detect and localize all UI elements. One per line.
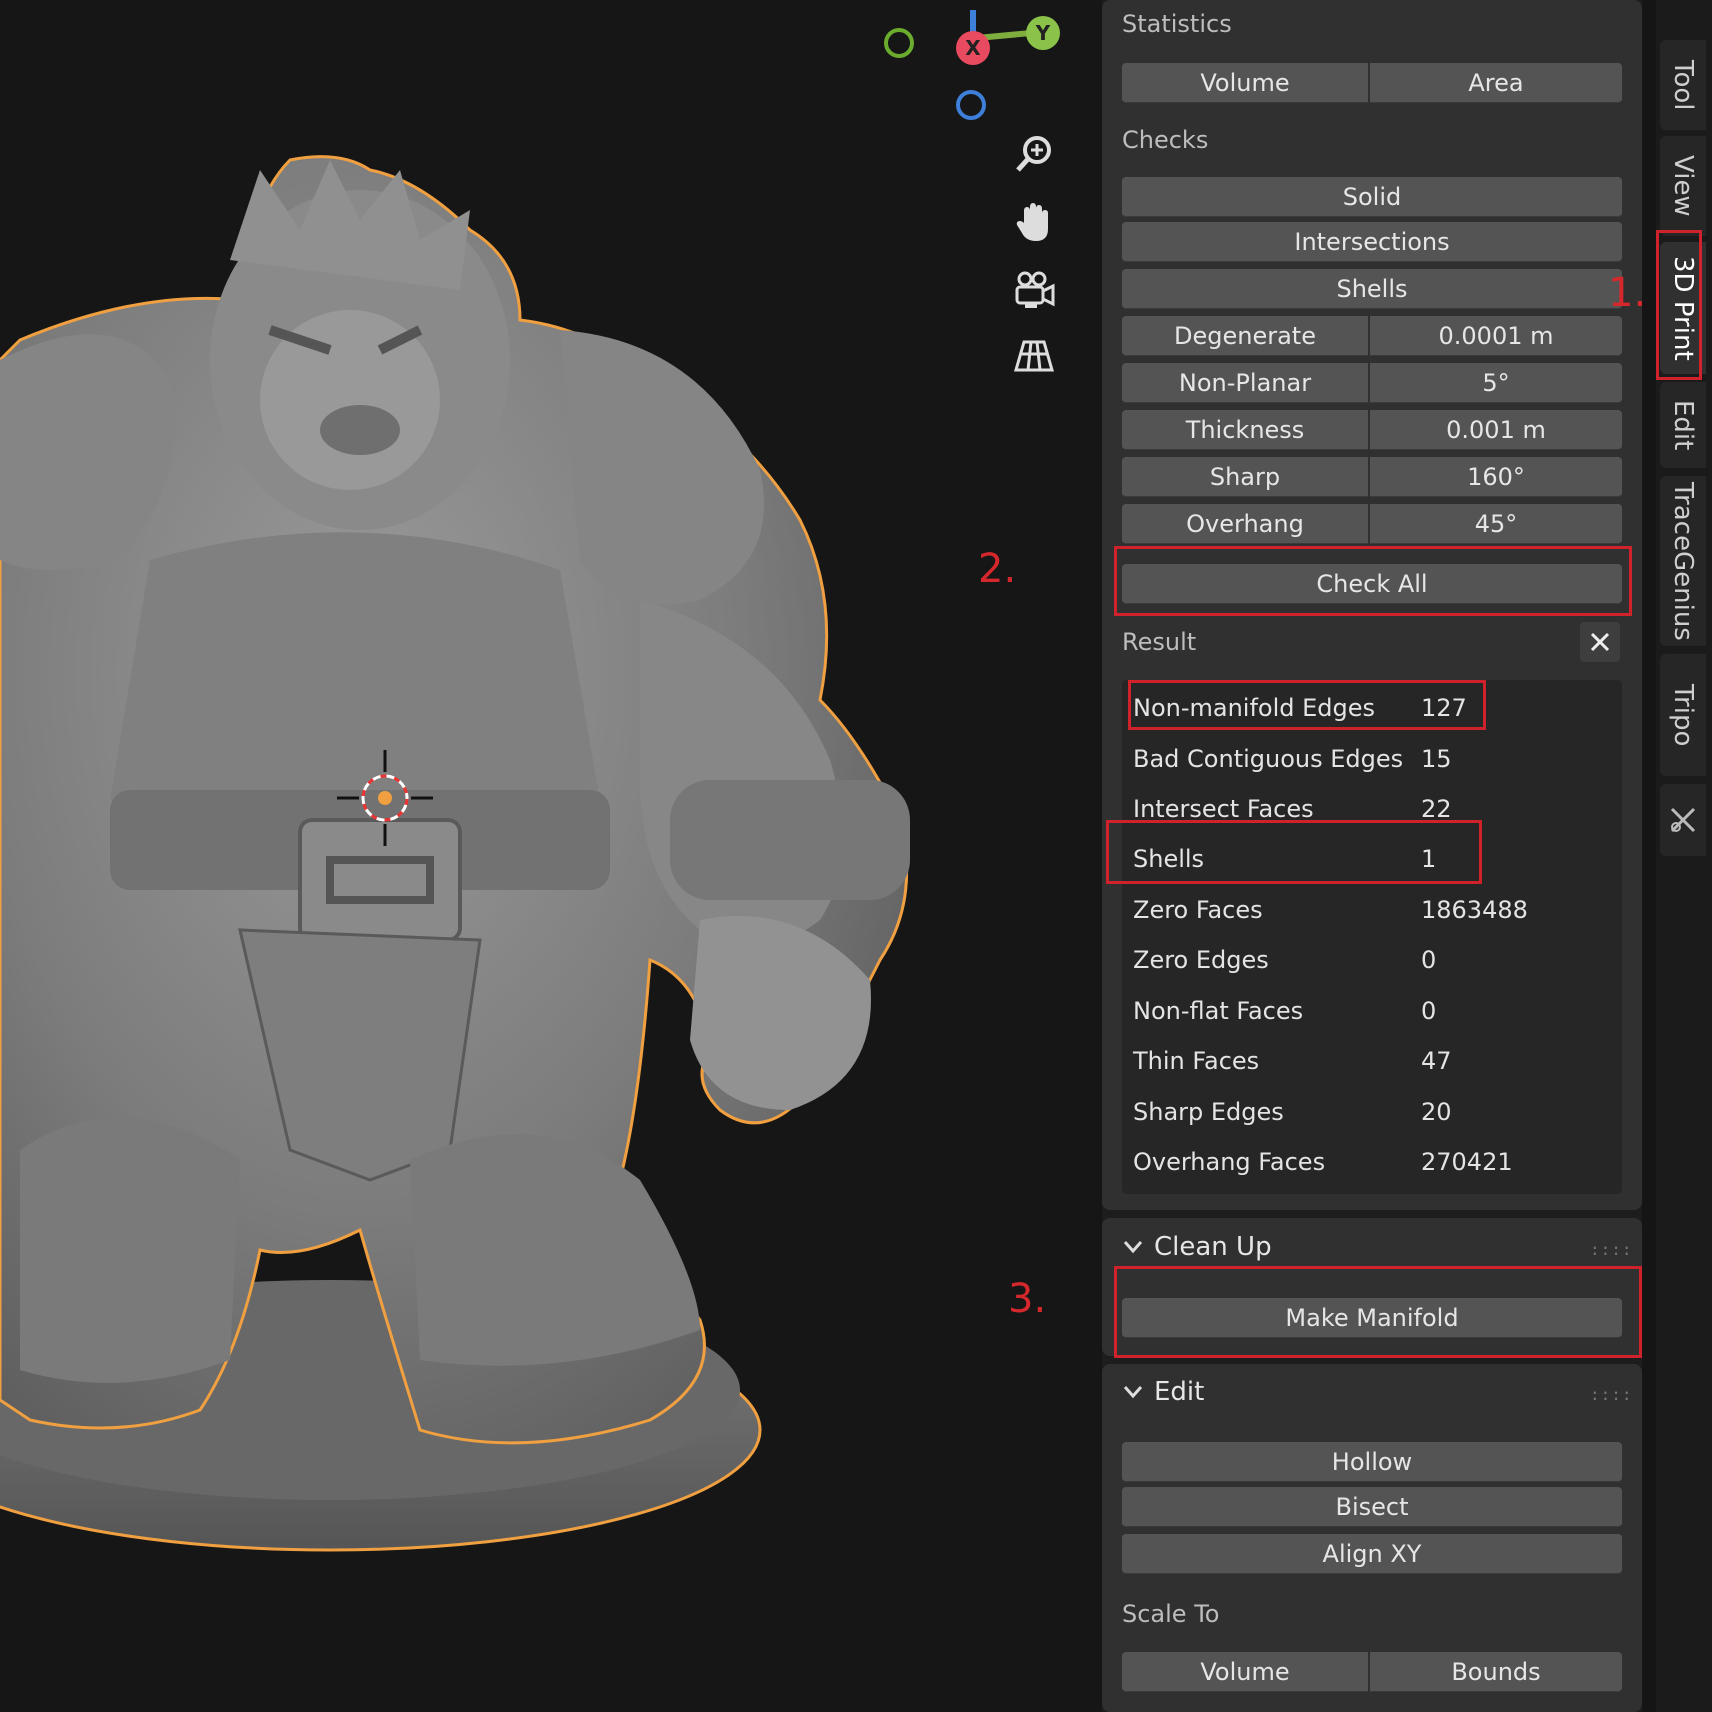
result-value: 1863488 <box>1421 896 1528 924</box>
non-planar-angle-field[interactable]: 5° <box>1370 363 1622 403</box>
solid-check-button[interactable]: Solid <box>1122 177 1622 217</box>
chevron-down-icon <box>1123 1241 1143 1254</box>
result-label[interactable]: Bad Contiguous Edges <box>1133 745 1403 773</box>
highlight-non-manifold-edges <box>1128 680 1486 730</box>
close-icon <box>1590 632 1610 652</box>
x-axis-ball[interactable]: X <box>956 31 990 65</box>
scale-to-title: Scale To <box>1122 1600 1220 1628</box>
result-label[interactable]: Sharp Edges <box>1133 1098 1284 1126</box>
wrench-icon <box>1670 807 1696 833</box>
result-value: 20 <box>1421 1098 1452 1126</box>
thickness-value-field[interactable]: 0.001 m <box>1370 410 1622 450</box>
annotation-step-2: 2. <box>978 546 1017 592</box>
lion-warrior-model[interactable] <box>0 0 1100 1712</box>
cleanup-title: Clean Up <box>1154 1232 1272 1262</box>
sharp-check-button[interactable]: Sharp <box>1122 457 1368 497</box>
align-xy-button[interactable]: Align XY <box>1122 1534 1622 1574</box>
tab-view[interactable]: View <box>1660 136 1706 236</box>
scale-volume-button[interactable]: Volume <box>1122 1652 1368 1692</box>
result-value: 0 <box>1421 997 1437 1025</box>
result-value: 15 <box>1421 745 1452 773</box>
result-value: 0 <box>1421 946 1437 974</box>
overhang-check-button[interactable]: Overhang <box>1122 504 1368 544</box>
pan-icon[interactable] <box>1010 198 1058 246</box>
bisect-button[interactable]: Bisect <box>1122 1487 1622 1527</box>
tab-tripo[interactable]: Tripo <box>1660 654 1706 776</box>
tab-edit[interactable]: Edit <box>1660 382 1706 468</box>
sharp-angle-field[interactable]: 160° <box>1370 457 1622 497</box>
highlight-check-all <box>1114 546 1632 616</box>
annotation-step-3: 3. <box>1008 1276 1047 1322</box>
annotation-step-1: 1. <box>1608 270 1647 316</box>
cleanup-header[interactable]: Clean Up <box>1122 1232 1272 1262</box>
result-label[interactable]: Non-flat Faces <box>1133 997 1303 1025</box>
tab-tools-extra[interactable] <box>1660 784 1706 856</box>
result-label[interactable]: Thin Faces <box>1133 1047 1259 1075</box>
navigation-gizmo[interactable]: X Y <box>880 10 1080 120</box>
result-value: 22 <box>1421 795 1452 823</box>
scale-bounds-button[interactable]: Bounds <box>1370 1652 1622 1692</box>
result-value: 47 <box>1421 1047 1452 1075</box>
thickness-check-button[interactable]: Thickness <box>1122 410 1368 450</box>
edit-title: Edit <box>1154 1377 1205 1407</box>
result-label[interactable]: Zero Edges <box>1133 946 1269 974</box>
non-planar-check-button[interactable]: Non-Planar <box>1122 363 1368 403</box>
3d-viewport[interactable]: X Y 2. 3. <box>0 0 1100 1712</box>
volume-stat-button[interactable]: Volume <box>1122 63 1368 103</box>
result-label[interactable]: Intersect Faces <box>1133 795 1314 823</box>
chevron-down-icon <box>1123 1386 1143 1399</box>
perspective-grid-icon[interactable] <box>1010 332 1058 380</box>
close-result-button[interactable] <box>1580 622 1620 662</box>
result-title: Result <box>1122 628 1197 656</box>
area-stat-button[interactable]: Area <box>1370 63 1622 103</box>
checks-title: Checks <box>1122 126 1209 154</box>
statistics-title: Statistics <box>1122 10 1232 38</box>
degenerate-check-button[interactable]: Degenerate <box>1122 316 1368 356</box>
intersections-check-button[interactable]: Intersections <box>1122 222 1622 262</box>
highlight-shells <box>1106 820 1482 884</box>
z-negative-axis[interactable] <box>956 90 986 120</box>
shells-check-button[interactable]: Shells <box>1122 269 1622 309</box>
highlight-make-manifold <box>1114 1266 1642 1358</box>
highlight-3d-print-tab <box>1656 230 1702 380</box>
result-value: 270421 <box>1421 1148 1513 1176</box>
y-axis-ball[interactable]: Y <box>1026 16 1060 50</box>
degenerate-threshold-field[interactable]: 0.0001 m <box>1370 316 1622 356</box>
drag-handle-icon[interactable]: :::: <box>1590 1240 1633 1259</box>
overhang-angle-field[interactable]: 45° <box>1370 504 1622 544</box>
drag-handle-icon[interactable]: :::: <box>1590 1385 1633 1404</box>
tab-tool[interactable]: Tool <box>1660 40 1706 130</box>
tab-tracegenius[interactable]: TraceGenius <box>1660 476 1706 646</box>
result-label[interactable]: Zero Faces <box>1133 896 1263 924</box>
camera-icon[interactable] <box>1010 266 1058 314</box>
hollow-button[interactable]: Hollow <box>1122 1442 1622 1482</box>
zoom-icon[interactable] <box>1010 130 1058 178</box>
result-label[interactable]: Overhang Faces <box>1133 1148 1325 1176</box>
edit-header[interactable]: Edit <box>1122 1377 1204 1407</box>
